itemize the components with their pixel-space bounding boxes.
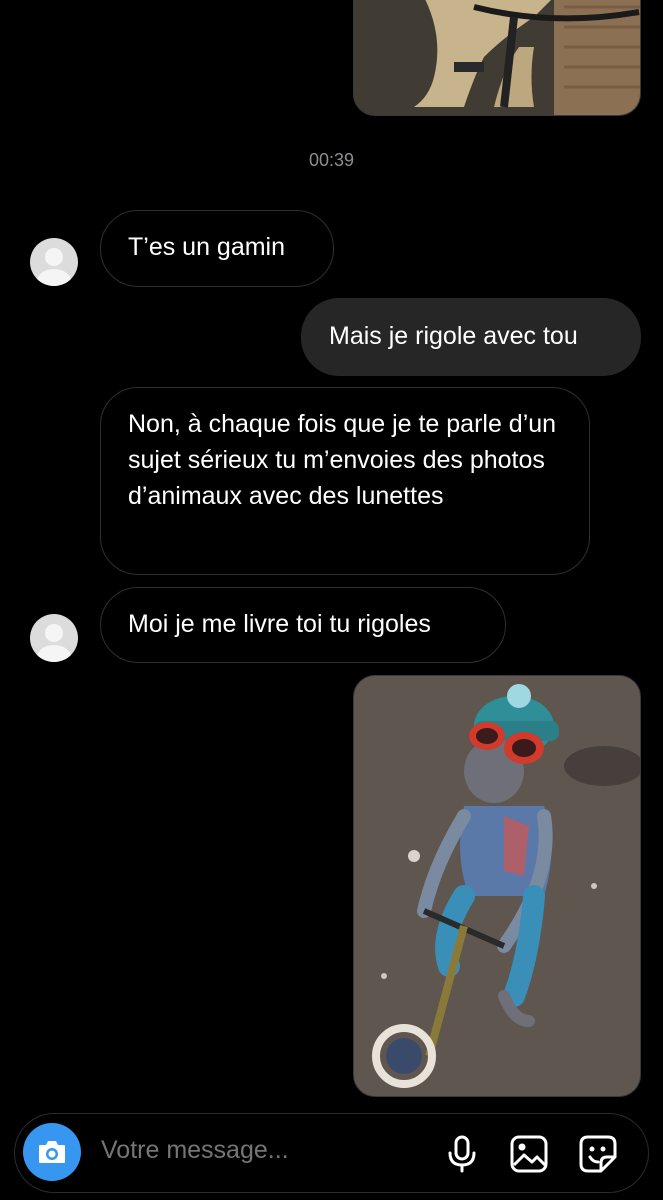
message-composer — [14, 1113, 649, 1193]
incoming-message-bubble[interactable]: Non, à chaque fois que je te parle d’un … — [100, 387, 590, 575]
camera-button[interactable] — [23, 1123, 81, 1181]
message-timestamp: 00:39 — [308, 150, 355, 170]
microphone-button[interactable] — [442, 1134, 482, 1174]
avatar-head — [45, 624, 63, 642]
sticker-icon — [579, 1135, 617, 1173]
gallery-icon — [510, 1135, 548, 1173]
shared-image-monkey-bike[interactable] — [353, 675, 641, 1097]
shared-image-dog-bicycle[interactable] — [353, 0, 641, 116]
sender-avatar[interactable] — [30, 238, 78, 286]
sender-avatar[interactable] — [30, 614, 78, 662]
incoming-message-bubble[interactable]: T’es un gamin — [100, 210, 334, 287]
message-input[interactable] — [99, 1135, 423, 1166]
message-text: Moi je me livre toi tu rigoles — [128, 610, 431, 638]
message-text: Mais je rigole avec tou — [329, 322, 578, 350]
message-text: T’es un gamin — [128, 233, 286, 261]
message-text: Non, à chaque fois que je te parle d’un … — [128, 410, 557, 510]
sticker-button[interactable] — [578, 1134, 618, 1174]
avatar-head — [45, 248, 63, 266]
gallery-button[interactable] — [509, 1134, 549, 1174]
camera-icon — [39, 1141, 65, 1163]
avatar-body — [37, 269, 71, 286]
incoming-message-bubble[interactable]: Moi je me livre toi tu rigoles — [100, 587, 506, 663]
outgoing-message-bubble[interactable]: Mais je rigole avec tou — [301, 298, 641, 376]
microphone-icon — [448, 1135, 476, 1173]
avatar-body — [37, 645, 71, 662]
